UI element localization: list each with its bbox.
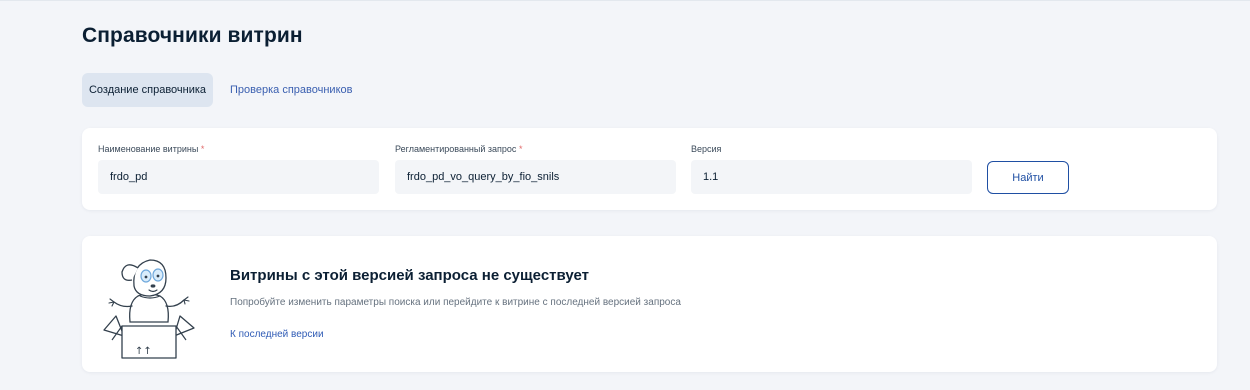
search-form-card: Наименование витрины * Регламентированны…	[82, 128, 1217, 210]
empty-state-description: Попробуйте изменить параметры поиска или…	[230, 297, 681, 308]
latest-version-link[interactable]: К последней версии	[230, 329, 324, 340]
dog-in-box-icon: ↑↑	[103, 259, 195, 359]
showcase-name-input[interactable]	[98, 160, 379, 194]
version-input[interactable]	[691, 160, 972, 194]
empty-state-card: ↑↑ Витрины с этой версией запроса не сущ…	[82, 236, 1217, 372]
required-marker: *	[518, 144, 523, 154]
version-label-text: Версия	[691, 144, 722, 154]
version-label: Версия	[691, 144, 721, 154]
page-title: Справочники витрин	[82, 24, 303, 47]
regulated-query-label: Регламентированный запрос *	[395, 144, 522, 154]
tab-check-directories[interactable]: Проверка справочников	[230, 73, 352, 107]
regulated-query-label-text: Регламентированный запрос	[395, 144, 517, 154]
tab-create-directory[interactable]: Создание справочника	[82, 73, 213, 107]
required-marker: *	[200, 144, 205, 154]
showcase-name-label-text: Наименование витрины	[98, 144, 199, 154]
box-arrows-glyph: ↑↑	[135, 346, 152, 357]
empty-state-title: Витрины с этой версией запроса не сущест…	[230, 267, 589, 284]
header-divider	[0, 0, 1250, 1]
regulated-query-input[interactable]	[395, 160, 676, 194]
showcase-name-label: Наименование витрины *	[98, 144, 204, 154]
find-button[interactable]: Найти	[987, 161, 1069, 194]
